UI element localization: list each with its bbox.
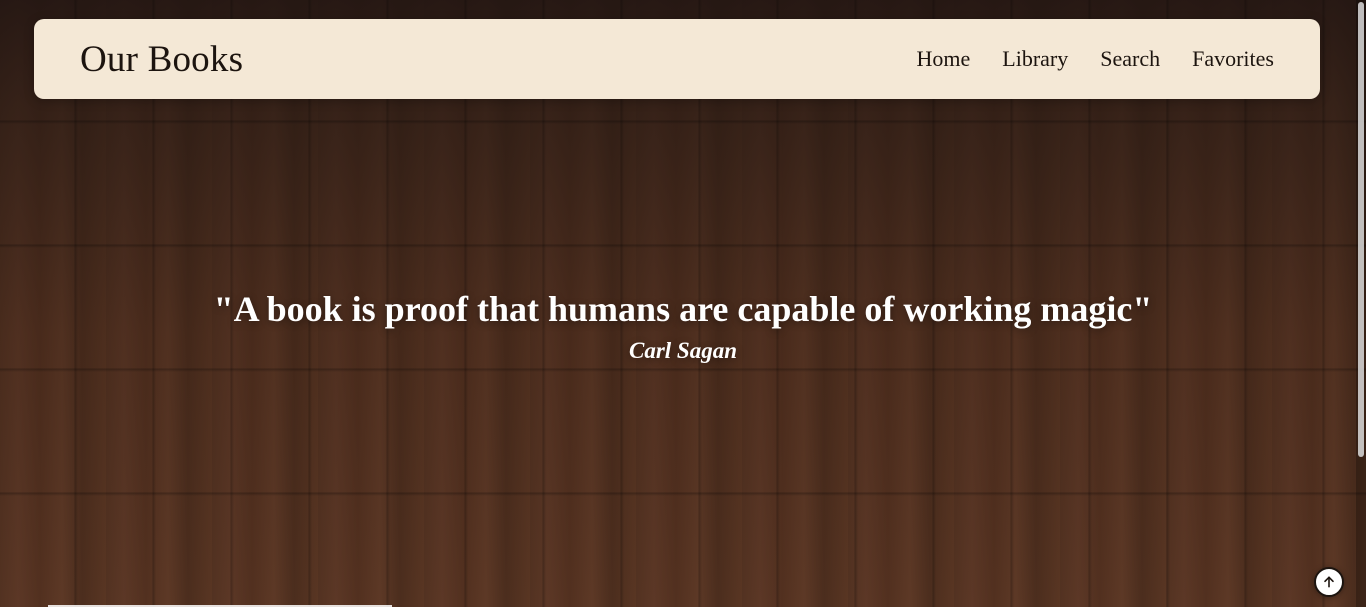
hero-author: Carl Sagan xyxy=(628,337,737,363)
hero-quote: "A book is proof that humans are capable… xyxy=(213,289,1153,329)
scroll-to-top-button[interactable] xyxy=(1314,567,1344,597)
nav-favorites-link[interactable]: Favorites xyxy=(1192,48,1274,70)
nav-search-link[interactable]: Search xyxy=(1100,48,1160,70)
hero-section: "A book is proof that humans are capable… xyxy=(0,289,1366,363)
arrow-up-icon xyxy=(1321,574,1337,590)
navbar: Our Books Home Library Search Favorites xyxy=(34,19,1320,99)
main-nav: Home Library Search Favorites xyxy=(917,48,1274,70)
brand-title[interactable]: Our Books xyxy=(80,41,243,78)
scrollbar-thumb[interactable] xyxy=(1358,2,1364,457)
nav-library-link[interactable]: Library xyxy=(1002,48,1068,70)
vertical-scrollbar[interactable] xyxy=(1356,0,1366,607)
nav-home-link[interactable]: Home xyxy=(917,48,971,70)
